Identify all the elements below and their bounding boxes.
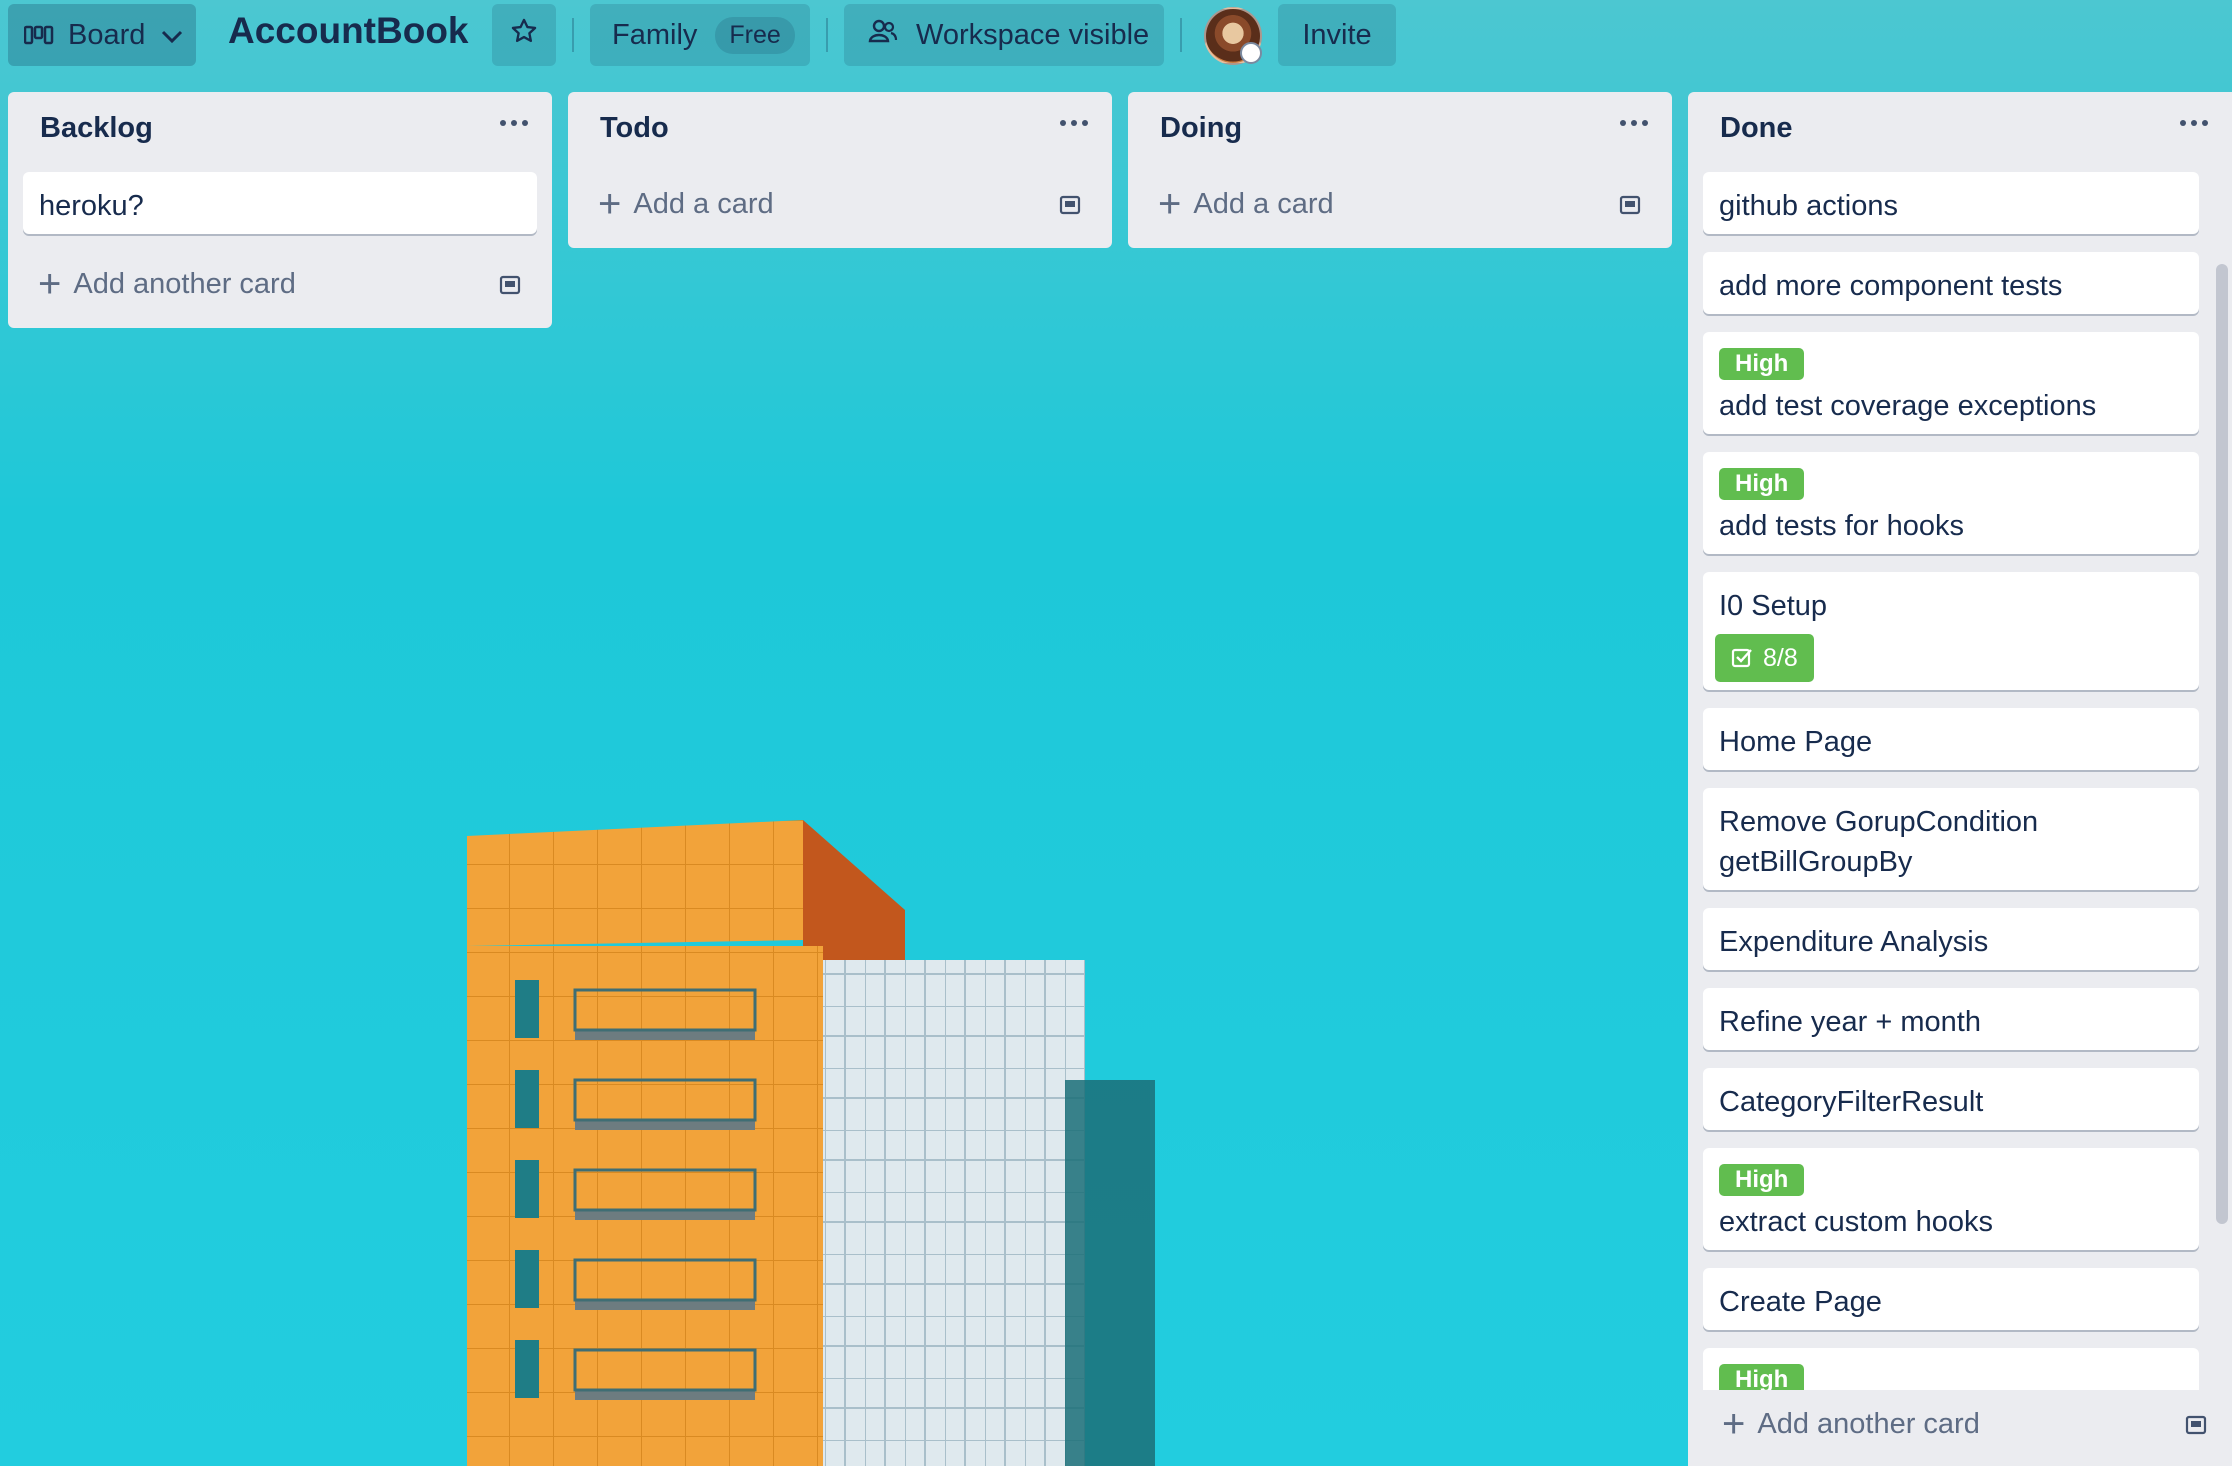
board-icon — [24, 25, 54, 45]
card[interactable]: I0 Setup 8/8 — [1703, 572, 2199, 690]
board-header: Board AccountBook Family Free Workspace … — [0, 0, 2232, 72]
people-icon — [868, 18, 898, 52]
add-card-button[interactable]: + Add a card — [598, 179, 1082, 229]
add-card-button[interactable]: + Add another card — [1722, 1399, 2208, 1449]
card-title: Expenditure Analysis — [1719, 926, 1989, 958]
card[interactable]: Expenditure Analysis — [1703, 908, 2199, 970]
admin-badge-icon — [1240, 42, 1262, 64]
list-todo: Todo + Add a card — [568, 92, 1112, 248]
card-template-icon[interactable] — [1058, 191, 1082, 215]
card[interactable]: heroku? — [23, 172, 537, 234]
card-title: CategoryFilterResult — [1719, 1086, 1984, 1118]
card[interactable]: github actions — [1703, 172, 2199, 234]
header-divider — [572, 18, 574, 52]
plus-icon: + — [1158, 182, 1182, 226]
card-template-icon[interactable] — [2184, 1411, 2208, 1435]
view-label: Board — [68, 18, 146, 51]
card[interactable]: High — [1703, 1348, 2199, 1390]
card[interactable]: Remove GorupCondition getBillGroupBy — [1703, 788, 2199, 890]
workspace-button[interactable]: Family Free — [590, 4, 810, 66]
card[interactable]: add more component tests — [1703, 252, 2199, 314]
list-title[interactable]: Doing — [1160, 112, 1242, 145]
priority-label: High — [1719, 1164, 1805, 1196]
checklist-badge: 8/8 — [1715, 634, 1814, 682]
visibility-label: Workspace visible — [916, 18, 1150, 51]
list-title[interactable]: Todo — [600, 112, 669, 145]
add-card-label: Add another card — [1757, 1407, 1980, 1440]
list-title[interactable]: Backlog — [40, 112, 153, 145]
card-title: Remove GorupCondition getBillGroupBy — [1719, 806, 2039, 878]
invite-button[interactable]: Invite — [1278, 4, 1396, 66]
card-title: Home Page — [1719, 726, 1873, 758]
plan-badge: Free — [715, 16, 795, 54]
list-doing: Doing + Add a card — [1128, 92, 1672, 248]
add-card-button[interactable]: + Add a card — [1158, 179, 1642, 229]
header-divider — [826, 18, 828, 52]
card-title: extract custom hooks — [1719, 1206, 1993, 1238]
invite-label: Invite — [1302, 18, 1372, 51]
card-title: add tests for hooks — [1719, 510, 1965, 542]
card-title: Create Page — [1719, 1286, 1882, 1318]
plus-icon: + — [38, 262, 62, 306]
chevron-down-icon — [161, 19, 183, 52]
add-card-label: Add a card — [633, 187, 774, 220]
plus-icon: + — [1722, 1402, 1746, 1446]
add-card-label: Add another card — [73, 267, 296, 300]
workspace-name: Family — [612, 18, 698, 51]
star-icon — [510, 17, 538, 53]
checklist-count: 8/8 — [1763, 644, 1798, 672]
star-button[interactable] — [492, 4, 556, 66]
board-title[interactable]: AccountBook — [228, 10, 469, 52]
visibility-button[interactable]: Workspace visible — [844, 4, 1164, 66]
card[interactable]: Refine year + month — [1703, 988, 2199, 1050]
list-menu-icon[interactable] — [500, 120, 528, 126]
card[interactable]: CategoryFilterResult — [1703, 1068, 2199, 1130]
list-menu-icon[interactable] — [1620, 120, 1648, 126]
card[interactable]: High add test coverage exceptions — [1703, 332, 2199, 434]
add-card-label: Add a card — [1193, 187, 1334, 220]
card[interactable]: Create Page — [1703, 1268, 2199, 1330]
card[interactable]: High add tests for hooks — [1703, 452, 2199, 554]
card[interactable]: High extract custom hooks — [1703, 1148, 2199, 1250]
background-building-image — [467, 820, 1155, 1466]
card-title: github actions — [1719, 190, 1898, 222]
card-title: Refine year + month — [1719, 1006, 1981, 1038]
add-card-button[interactable]: + Add another card — [38, 259, 522, 309]
list-done: Done github actions add more component t… — [1688, 92, 2232, 1466]
card-title: add test coverage exceptions — [1719, 390, 2097, 422]
done-card-scroll-area[interactable]: github actions add more component tests … — [1688, 92, 2214, 1390]
board-view-switcher[interactable]: Board — [8, 4, 196, 66]
priority-label: High — [1719, 1364, 1805, 1390]
list-menu-icon[interactable] — [1060, 120, 1088, 126]
list-backlog: Backlog heroku? + Add another card — [8, 92, 552, 328]
card-template-icon[interactable] — [498, 271, 522, 295]
card-template-icon[interactable] — [1618, 191, 1642, 215]
card-title: heroku? — [39, 190, 144, 222]
priority-label: High — [1719, 348, 1805, 380]
header-divider — [1180, 18, 1182, 52]
checkbox-icon — [1731, 648, 1752, 668]
priority-label: High — [1719, 468, 1805, 500]
list-scrollbar[interactable] — [2216, 264, 2228, 1224]
plus-icon: + — [598, 182, 622, 226]
card[interactable]: Home Page — [1703, 708, 2199, 770]
card-title: I0 Setup — [1719, 590, 1828, 622]
card-title: add more component tests — [1719, 270, 2063, 302]
